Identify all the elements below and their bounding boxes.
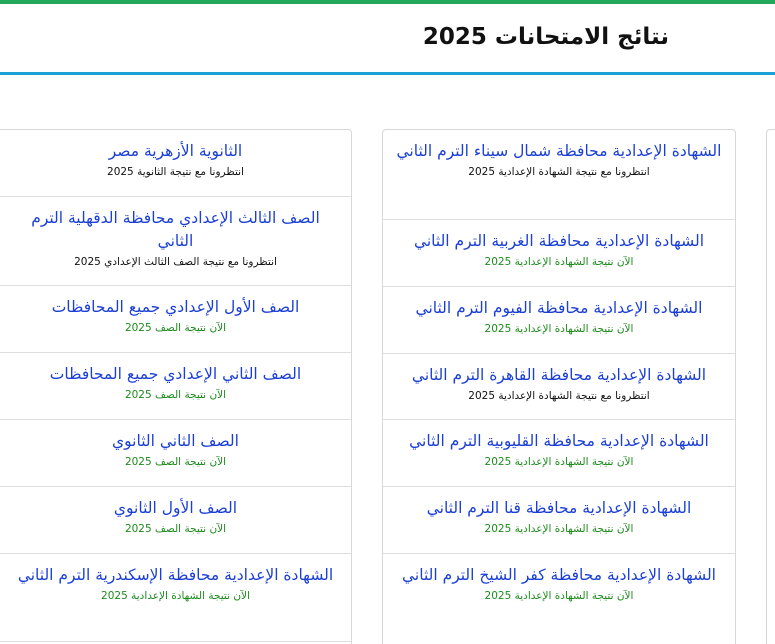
list-item: الصف الأول الإعدادي جميع المحافظات الآن … — [0, 285, 351, 335]
list-item: الشهادة الإعدادية محافظة القليوبية الترم… — [383, 419, 735, 469]
list-item: الشهادة الإعدادية محافظة الإسكندرية التر… — [0, 553, 351, 603]
result-link[interactable]: الشهادة الإعدادية محافظة الفيوم الترم ال… — [383, 297, 735, 320]
result-note: الآن نتيجة الصف 2025 — [124, 389, 227, 401]
result-note: الآن نتيجة الشهادة الإعدادية 2025 — [484, 256, 634, 268]
list-item: الصف الثاني الإعدادي جميع المحافظات الآن… — [0, 352, 351, 402]
result-note: انتظرونا مع نتيجة الصف الثالث الإعدادي 2… — [74, 256, 277, 268]
result-link[interactable]: الشهادة الإعدادية محافظة الغربية الترم ا… — [383, 230, 735, 253]
result-link[interactable]: الصف الثاني الإعدادي جميع المحافظات — [0, 363, 351, 386]
results-column-right — [766, 129, 775, 644]
results-column-left: الثانوية الأزهرية مصر انتظرونا مع نتيجة … — [0, 129, 352, 644]
list-item: الشهادة الإعدادية محافظة الغربية الترم ا… — [383, 219, 735, 269]
result-note: الآن نتيجة الشهادة الإعدادية 2025 — [101, 590, 250, 602]
result-note: الآن نتيجة الصف 2025 — [124, 322, 227, 334]
result-note: الآن نتيجة الشهادة الإعدادية 2025 — [484, 590, 634, 602]
result-link[interactable]: الشهادة الإعدادية محافظة شمال سيناء التر… — [383, 140, 735, 163]
list-item: الصف الأول الثانوي الآن نتيجة الصف 2025 — [0, 486, 351, 536]
list-item: الشهادة الإعدادية محافظة القاهرة الترم ا… — [383, 353, 735, 403]
top-accent-strip — [0, 0, 775, 4]
result-note: الآن نتيجة الشهادة الإعدادية 2025 — [484, 323, 634, 335]
result-link[interactable]: الصف الأول الإعدادي جميع المحافظات — [0, 296, 351, 319]
result-note: الآن نتيجة الشهادة الإعدادية 2025 — [484, 456, 634, 468]
result-link[interactable]: الصف الأول الثانوي — [0, 497, 351, 520]
result-link[interactable]: الشهادة الإعدادية محافظة قنا الترم الثان… — [383, 497, 735, 520]
list-item: الشهادة الإعدادية محافظة كفر الشيخ الترم… — [383, 553, 735, 603]
result-note: انتظرونا مع نتيجة الثانوية 2025 — [107, 166, 244, 178]
page-title: نتائج الامتحانات 2025 — [422, 24, 669, 50]
result-link[interactable]: الثانوية الأزهرية مصر — [0, 140, 351, 163]
list-item: الثانوية الأزهرية مصر انتظرونا مع نتيجة … — [0, 140, 351, 179]
header-divider — [0, 72, 775, 75]
result-note: الآن نتيجة الشهادة الإعدادية 2025 — [484, 523, 634, 535]
results-column-middle: الشهادة الإعدادية محافظة شمال سيناء التر… — [382, 129, 736, 644]
list-item: الشهادة الإعدادية محافظة شمال سيناء التر… — [383, 140, 735, 179]
result-link[interactable]: الصف الثاني الثانوي — [0, 430, 351, 453]
result-note: انتظرونا مع نتيجة الشهادة الإعدادية 2025 — [468, 166, 650, 178]
result-link[interactable]: الشهادة الإعدادية محافظة القاهرة الترم ا… — [383, 364, 735, 387]
result-link[interactable]: الشهادة الإعدادية محافظة القليوبية الترم… — [383, 430, 735, 453]
result-link[interactable]: الشهادة الإعدادية محافظة الإسكندرية التر… — [0, 564, 351, 587]
result-link[interactable]: الصف الثالث الإعدادي محافظة الدقهلية الت… — [0, 207, 351, 253]
result-note: الآن نتيجة الصف 2025 — [124, 523, 227, 535]
result-note: الآن نتيجة الصف 2025 — [124, 456, 227, 468]
list-item: الصف الثالث الإعدادي محافظة الدقهلية الت… — [0, 196, 351, 269]
result-note: انتظرونا مع نتيجة الشهادة الإعدادية 2025 — [468, 390, 650, 402]
result-link[interactable]: الشهادة الإعدادية محافظة كفر الشيخ الترم… — [383, 564, 735, 587]
list-item: الصف الثاني الثانوي الآن نتيجة الصف 2025 — [0, 419, 351, 469]
list-item: الشهادة الإعدادية محافظة قنا الترم الثان… — [383, 486, 735, 536]
list-item: الشهادة الإعدادية محافظة الفيوم الترم ال… — [383, 286, 735, 336]
